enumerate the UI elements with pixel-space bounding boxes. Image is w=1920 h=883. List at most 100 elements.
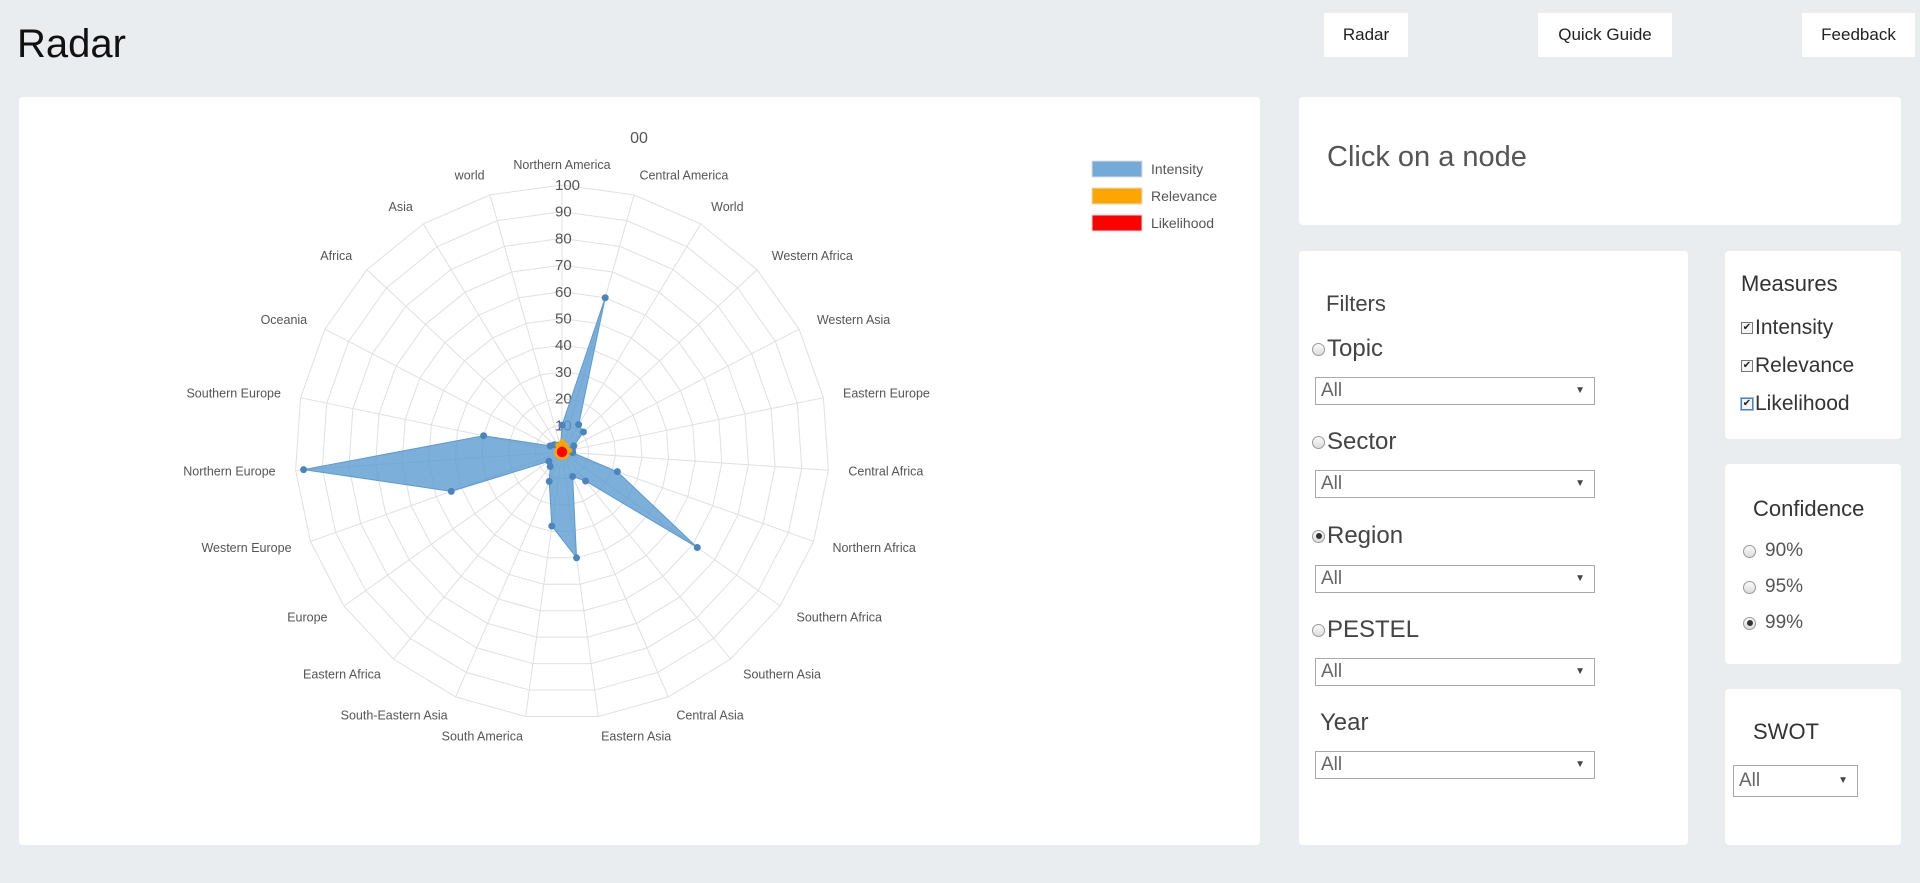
data-point xyxy=(575,421,583,429)
confidence-title: Confidence xyxy=(1753,496,1865,521)
sector-select-value: All xyxy=(1321,473,1343,494)
grid-spoke xyxy=(422,223,563,453)
tick-label: 50 xyxy=(555,311,572,328)
category-label: Central America xyxy=(639,169,728,183)
sector-radio[interactable]: Sector xyxy=(1312,428,1396,456)
confidence-panel: Confidence 90% 95% 99% xyxy=(1725,464,1901,664)
grid-spoke xyxy=(561,223,702,453)
chevron-down-icon: ▼ xyxy=(1575,759,1585,770)
pestel-select-value: All xyxy=(1321,661,1343,682)
category-label: Northern America xyxy=(513,158,610,172)
radar-chart-card: Northern America Central America World West… xyxy=(19,97,1260,845)
grid-spoke xyxy=(366,269,563,453)
topic-radio[interactable]: Topic xyxy=(1312,335,1383,363)
topic-radio-button[interactable] xyxy=(1312,342,1325,356)
topic-select[interactable]: All ▼ xyxy=(1315,377,1595,405)
confidence-label-99: 99% xyxy=(1765,612,1804,633)
category-label: Northern Europe xyxy=(183,465,275,479)
sector-label: Sector xyxy=(1327,428,1397,455)
filters-title: Filters xyxy=(1326,291,1386,316)
intensity-checkbox[interactable]: ✔ xyxy=(1741,322,1753,334)
category-label: Oceania xyxy=(261,313,308,327)
quick-guide-button[interactable]: Quick Guide xyxy=(1538,13,1672,57)
region-select[interactable]: All ▼ xyxy=(1315,565,1595,593)
category-label: Africa xyxy=(320,249,352,263)
swot-title: SWOT xyxy=(1753,719,1819,744)
legend-label: Relevance xyxy=(1151,188,1217,204)
tick-label: 90 xyxy=(555,204,572,221)
year-label: Year xyxy=(1320,709,1369,736)
category-label: Asia xyxy=(389,200,413,214)
region-radio[interactable]: Region xyxy=(1312,522,1403,550)
sector-select[interactable]: All ▼ xyxy=(1315,470,1595,498)
swot-select[interactable]: All ▼ xyxy=(1733,765,1858,797)
category-label: Western Europe xyxy=(201,541,291,555)
chevron-down-icon: ▼ xyxy=(1838,775,1848,786)
likelihood-checkbox-label: Likelihood xyxy=(1755,392,1850,415)
relevance-checkbox[interactable]: ✔ xyxy=(1741,360,1753,372)
likelihood-checkbox-row[interactable]: ✔ Likelihood xyxy=(1741,392,1850,416)
category-label: Europe xyxy=(287,611,327,625)
measures-title: Measures xyxy=(1741,271,1838,296)
feedback-button[interactable]: Feedback xyxy=(1802,13,1915,57)
confidence-option-95[interactable]: 95% xyxy=(1743,576,1803,598)
sector-radio-button[interactable] xyxy=(1312,435,1325,449)
data-point xyxy=(569,472,577,480)
grid-spoke xyxy=(561,397,824,453)
year-select[interactable]: All ▼ xyxy=(1315,751,1595,779)
relevance-checkbox-label: Relevance xyxy=(1755,354,1855,377)
pestel-radio[interactable]: PESTEL xyxy=(1312,616,1419,644)
chevron-down-icon: ▼ xyxy=(1575,573,1585,584)
category-label: Southern Europe xyxy=(186,387,281,401)
node-info-text: Click on a node xyxy=(1327,141,1527,173)
legend-swatch-relevance xyxy=(1091,187,1143,205)
category-label: Eastern Asia xyxy=(601,729,671,743)
page-title: Radar xyxy=(17,22,126,66)
pestel-radio-button[interactable] xyxy=(1312,623,1325,637)
radar-nav-button[interactable]: Radar xyxy=(1324,13,1408,57)
filters-panel: Filters Topic All ▼ Sector All ▼ Region … xyxy=(1299,251,1688,845)
tick-label: 80 xyxy=(555,230,572,247)
topic-select-value: All xyxy=(1321,380,1343,401)
chevron-down-icon: ▼ xyxy=(1575,666,1585,677)
data-point xyxy=(557,441,563,447)
relevance-checkbox-row[interactable]: ✔ Relevance xyxy=(1741,354,1854,378)
grid-spoke xyxy=(561,328,800,453)
region-radio-button[interactable] xyxy=(1312,529,1325,543)
swot-panel: SWOT All ▼ xyxy=(1725,689,1901,845)
confidence-label-95: 95% xyxy=(1765,576,1804,597)
confidence-radio-99[interactable] xyxy=(1743,616,1756,630)
swot-select-value: All xyxy=(1739,770,1761,791)
data-point xyxy=(545,457,553,465)
confidence-option-90[interactable]: 90% xyxy=(1743,540,1803,562)
measures-panel: Measures ✔ Intensity ✔ Relevance ✔ Likel… xyxy=(1725,251,1901,439)
confidence-option-99[interactable]: 99% xyxy=(1743,612,1803,634)
category-label: Western Africa xyxy=(772,249,853,263)
pestel-select[interactable]: All ▼ xyxy=(1315,658,1595,686)
legend-swatch-intensity xyxy=(1091,160,1143,178)
data-point xyxy=(579,428,587,436)
confidence-label-90: 90% xyxy=(1765,540,1804,561)
category-label: South-Eastern Asia xyxy=(341,708,448,722)
data-point xyxy=(693,543,701,551)
category-label: Eastern Europe xyxy=(843,387,930,401)
tick-label: 40 xyxy=(555,337,572,354)
grid-spoke xyxy=(455,451,563,698)
category-label: World xyxy=(711,200,743,214)
confidence-radio-90[interactable] xyxy=(1743,544,1756,558)
category-label: Southern Africa xyxy=(796,611,882,625)
likelihood-checkbox[interactable]: ✔ xyxy=(1741,398,1753,410)
data-point xyxy=(601,294,609,302)
category-label: Southern Asia xyxy=(743,668,821,682)
confidence-radio-95[interactable] xyxy=(1743,580,1756,594)
data-point xyxy=(613,468,621,476)
category-label: South America xyxy=(442,729,523,743)
intensity-checkbox-row[interactable]: ✔ Intensity xyxy=(1741,316,1833,340)
data-point xyxy=(480,432,488,440)
data-point xyxy=(545,477,553,485)
legend-swatch-likelihood xyxy=(1091,214,1143,232)
radar-chart: Northern America Central America World West… xyxy=(183,130,1217,743)
region-select-value: All xyxy=(1321,568,1343,589)
data-point xyxy=(558,421,566,429)
legend-label: Intensity xyxy=(1151,161,1203,177)
